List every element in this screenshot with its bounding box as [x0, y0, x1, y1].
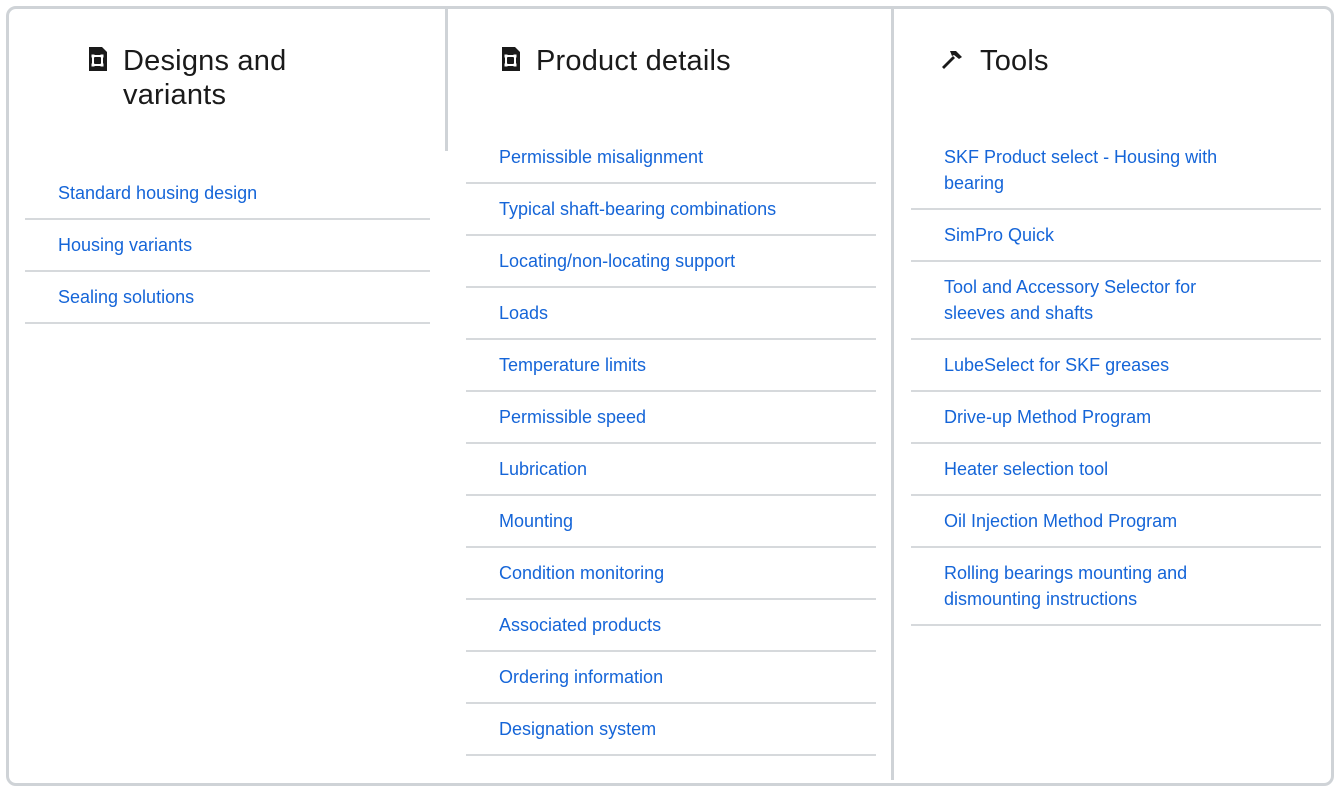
hammer-icon	[942, 51, 962, 69]
list-item: Ordering information	[466, 652, 876, 704]
list-item: Sealing solutions	[25, 272, 430, 324]
mounting-link[interactable]: Mounting	[499, 508, 573, 534]
column-divider	[891, 9, 894, 780]
link-line: SKF Product select - Housing with	[944, 147, 1218, 167]
list-item: Housing variants	[25, 220, 430, 272]
tools-heading: Tools	[940, 44, 1049, 78]
list-item: Tool and Accessory Selector for sleeves a…	[911, 262, 1321, 340]
list-item: SKF Product select - Housing with bearing	[911, 132, 1321, 210]
link-line: sleeves and shafts	[944, 303, 1094, 323]
temperature-limits-link[interactable]: Temperature limits	[499, 352, 646, 378]
list-item: Permissible speed	[466, 392, 876, 444]
standard-housing-design-link[interactable]: Standard housing design	[58, 180, 257, 206]
permissible-speed-link[interactable]: Permissible speed	[499, 404, 646, 430]
column-divider	[445, 9, 448, 151]
link-line: bearing	[944, 173, 1005, 193]
housing-variants-link[interactable]: Housing variants	[58, 232, 192, 258]
product-select-link[interactable]: SKF Product select - Housing with bearing	[944, 144, 1217, 196]
loads-link[interactable]: Loads	[499, 300, 548, 326]
section-title: Product details	[536, 45, 731, 77]
heater-selection-link[interactable]: Heater selection tool	[944, 456, 1108, 482]
permissible-misalignment-link[interactable]: Permissible misalignment	[499, 144, 703, 170]
locating-support-link[interactable]: Locating/non-locating support	[499, 248, 735, 274]
list-item: Rolling bearings mounting and dismounting…	[911, 548, 1321, 626]
drive-up-method-link[interactable]: Drive-up Method Program	[944, 404, 1151, 430]
lubeselect-link[interactable]: LubeSelect for SKF greases	[944, 352, 1169, 378]
list-item: Standard housing design	[25, 168, 430, 220]
sealing-solutions-link[interactable]: Sealing solutions	[58, 284, 194, 310]
simpro-quick-link[interactable]: SimPro Quick	[944, 222, 1054, 248]
condition-monitoring-link[interactable]: Condition monitoring	[499, 560, 664, 586]
list-item: Condition monitoring	[466, 548, 876, 600]
list-item: Heater selection tool	[911, 444, 1321, 496]
list-item: Loads	[466, 288, 876, 340]
tools-link-list: SKF Product select - Housing with bearing…	[911, 132, 1321, 626]
list-item: Permissible misalignment	[466, 132, 876, 184]
designs-link-list: Standard housing design Housing variants…	[25, 168, 430, 324]
oil-injection-link[interactable]: Oil Injection Method Program	[944, 508, 1177, 534]
document-icon	[89, 47, 107, 71]
list-item: Designation system	[466, 704, 876, 756]
details-heading: Product details	[500, 44, 731, 78]
list-item: Drive-up Method Program	[911, 392, 1321, 444]
title-line: Designs and	[123, 45, 287, 77]
list-item: Associated products	[466, 600, 876, 652]
associated-products-link[interactable]: Associated products	[499, 612, 661, 638]
list-item: Temperature limits	[466, 340, 876, 392]
section-title: Designs and variants	[123, 44, 286, 112]
list-item: LubeSelect for SKF greases	[911, 340, 1321, 392]
document-icon	[502, 47, 520, 71]
ordering-information-link[interactable]: Ordering information	[499, 664, 663, 690]
shaft-bearing-combinations-link[interactable]: Typical shaft-bearing combinations	[499, 196, 776, 222]
section-title: Tools	[980, 45, 1049, 77]
mounting-instructions-link[interactable]: Rolling bearings mounting and dismounting…	[944, 560, 1187, 612]
list-item: Lubrication	[466, 444, 876, 496]
link-line: Rolling bearings mounting and	[944, 563, 1188, 583]
link-line: dismounting instructions	[944, 589, 1138, 609]
list-item: SimPro Quick	[911, 210, 1321, 262]
list-item: Mounting	[466, 496, 876, 548]
details-link-list: Permissible misalignment Typical shaft-b…	[466, 132, 876, 756]
link-line: Tool and Accessory Selector for	[944, 277, 1197, 297]
lubrication-link[interactable]: Lubrication	[499, 456, 587, 482]
title-line: variants	[123, 79, 227, 111]
list-item: Oil Injection Method Program	[911, 496, 1321, 548]
list-item: Typical shaft-bearing combinations	[466, 184, 876, 236]
designation-system-link[interactable]: Designation system	[499, 716, 656, 742]
tool-accessory-selector-link[interactable]: Tool and Accessory Selector for sleeves a…	[944, 274, 1196, 326]
list-item: Locating/non-locating support	[466, 236, 876, 288]
designs-heading: Designs and variants	[87, 44, 387, 112]
